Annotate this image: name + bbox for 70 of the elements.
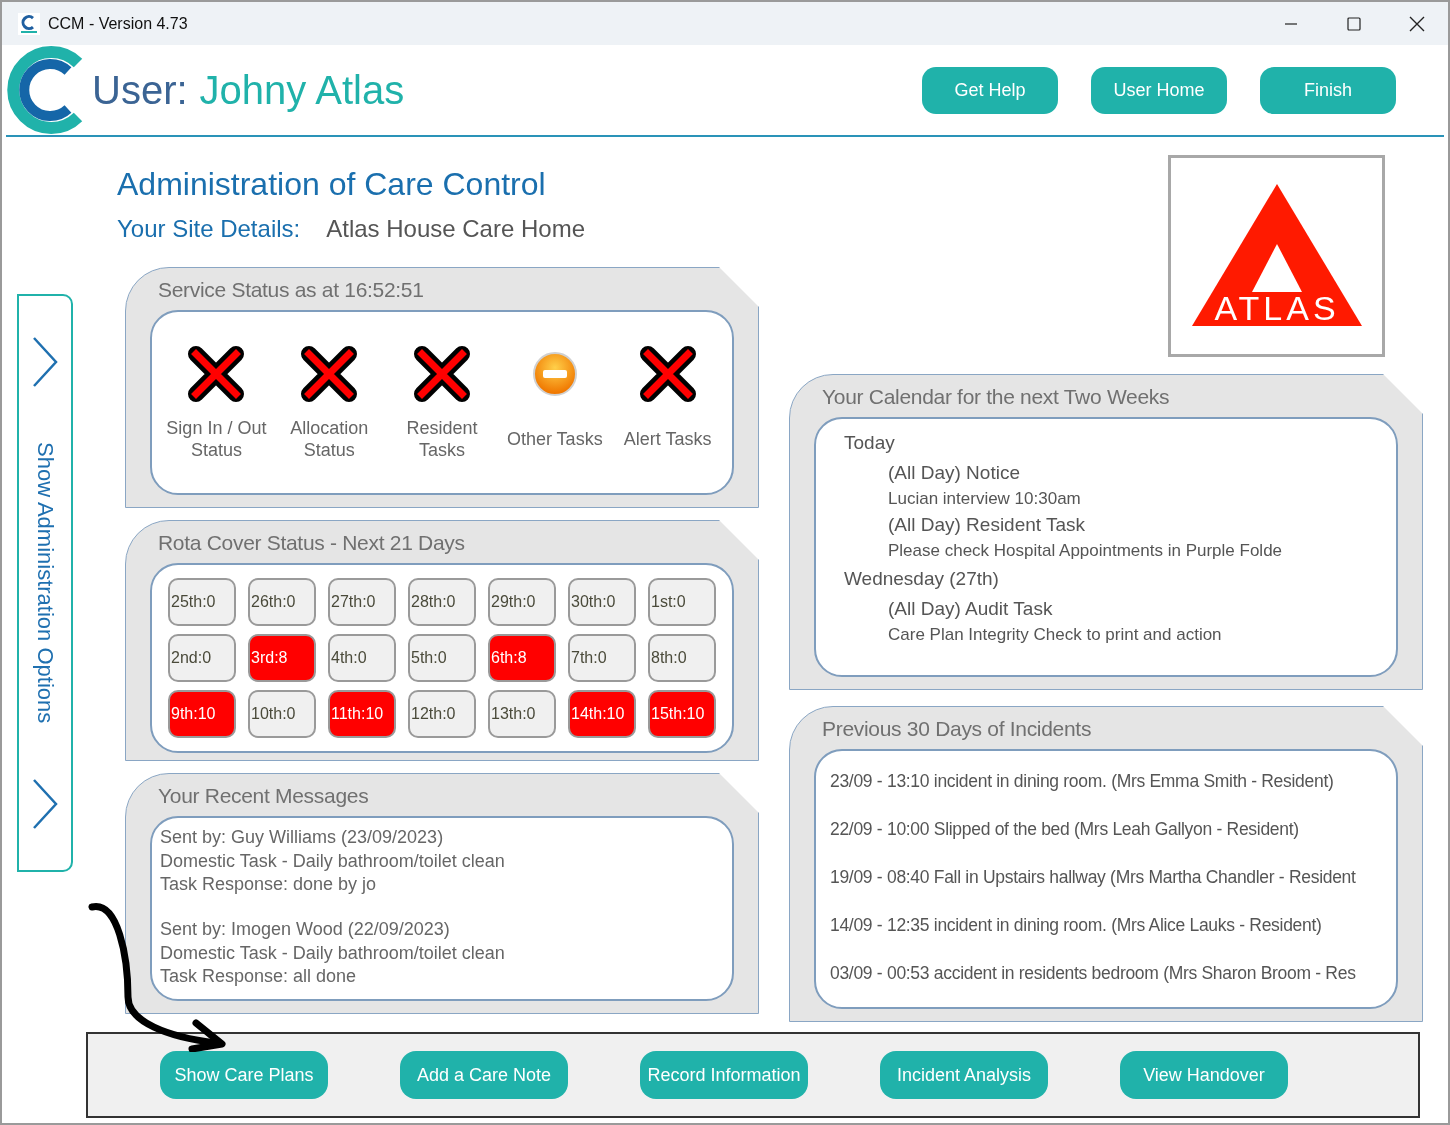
rota-day[interactable]: 25th:0 [168, 577, 236, 626]
cross-icon [186, 344, 247, 405]
rota-day[interactable]: 12th:0 [408, 689, 476, 738]
rota-day[interactable]: 10th:0 [248, 689, 316, 738]
panel-title: Previous 30 Days of Incidents [822, 717, 1092, 740]
rota-day[interactable]: 2nd:0 [168, 633, 236, 682]
status-label: Sign In / Out Status [165, 417, 268, 462]
user-label: User: [92, 67, 188, 114]
incident-text: 14/09 - 12:35 incident in dining room. (Mrs Alice Lauks - Resident) [830, 913, 1323, 937]
event-title: (All Day) Resident Task [888, 512, 1087, 537]
status-label: Alert Tasks [623, 428, 712, 451]
cross-icon [412, 344, 472, 405]
status-label: Allocation Status [289, 417, 370, 462]
event-detail: Please check Hospital Appointments in Purple Folde [888, 539, 1284, 562]
user-name: Johny Atlas [199, 67, 405, 114]
chevron-right-icon [31, 336, 59, 388]
rota-day[interactable]: 13th:0 [488, 689, 556, 738]
incident-text: 23/09 - 13:10 incident in dining room. (Mrs Emma Smith - Resident) [830, 769, 1335, 793]
message-text: Task Response: all done [160, 964, 358, 988]
rota-day[interactable]: 28th:0 [408, 577, 476, 626]
page-title: Administration of Care Control [117, 165, 547, 204]
panel-title: Your Recent Messages [158, 784, 369, 807]
message-text: Domestic Task - Daily bathroom/toilet clean [160, 849, 506, 873]
incident-text: 19/09 - 08:40 Fall in Upstairs hallway (Mrs Martha Chandler - Resident [830, 865, 1357, 889]
event-title: (All Day) Audit Task [888, 596, 1054, 621]
cross-icon [299, 344, 360, 405]
message-sender: Sent by: Guy Williams (23/09/2023) [160, 825, 445, 849]
rota-day[interactable]: 29th:0 [488, 577, 556, 626]
event-detail: Lucian interview 10:30am [888, 487, 1082, 510]
rota-day[interactable]: 30th:0 [568, 577, 636, 626]
calendar-day: Today [844, 426, 1368, 459]
rota-day[interactable]: 4th:0 [328, 633, 396, 682]
rota-day[interactable]: 6th:8 [488, 633, 556, 682]
rota-day[interactable]: 5th:0 [408, 633, 476, 682]
incident-text: 22/09 - 10:00 Slipped of the bed (Mrs Leah Gallyon - Resident) [830, 817, 1300, 841]
calendar-day: Wednesday (27th) [844, 562, 1368, 595]
rota-day[interactable]: 15th:10 [648, 689, 716, 738]
rota-day[interactable]: 14th:10 [568, 689, 636, 738]
minus-circle-icon [530, 350, 579, 399]
rota-day[interactable]: 9th:10 [168, 689, 236, 738]
window-title: CCM - Version 4.73 [48, 13, 188, 34]
incident-text: 03/09 - 00:53 accident in residents bedroom (Mrs Sharon Broom - Res [830, 961, 1357, 985]
panel-title: Service Status as at 16:52:51 [158, 278, 424, 301]
message-text: Domestic Task - Daily bathroom/toilet clean [160, 941, 506, 965]
event-title: (All Day) Notice [888, 460, 1021, 485]
message-sender: Sent by: Imogen Wood (22/09/2023) [160, 917, 451, 941]
minimize-icon [1284, 22, 1297, 25]
sidebar-tab[interactable]: Show Administration Options [17, 294, 73, 872]
sidebar-tab-label: Show Administration Options [31, 442, 59, 724]
site-name: Atlas House Care Home [326, 214, 585, 244]
panel-title: Your Calendar for the next Two Weeks [822, 385, 1170, 408]
cross-icon [637, 344, 698, 405]
app-icon [18, 12, 40, 35]
status-label: Resident Tasks [405, 417, 479, 462]
rota-day[interactable]: 27th:0 [328, 577, 396, 626]
rota-day[interactable]: 3rd:8 [248, 633, 316, 682]
logo-text: ATLAS [1213, 288, 1340, 327]
site-label: Your Site Details: [117, 214, 301, 244]
rota-day[interactable]: 8th:0 [648, 633, 716, 682]
message-text: Task Response: done by jo [160, 872, 378, 896]
rota-day[interactable]: 7th:0 [568, 633, 636, 682]
event-detail: Care Plan Integrity Check to print and action [888, 623, 1223, 646]
status-label: Other Tasks [506, 428, 603, 451]
close-icon [1408, 15, 1425, 32]
rota-day[interactable]: 11th:10 [328, 689, 396, 738]
rota-day[interactable]: 1st:0 [648, 577, 716, 626]
chevron-right-icon [31, 778, 59, 830]
panel-title: Rota Cover Status - Next 21 Days [158, 531, 465, 554]
maximize-icon [1346, 16, 1361, 31]
rota-day[interactable]: 26th:0 [248, 577, 316, 626]
